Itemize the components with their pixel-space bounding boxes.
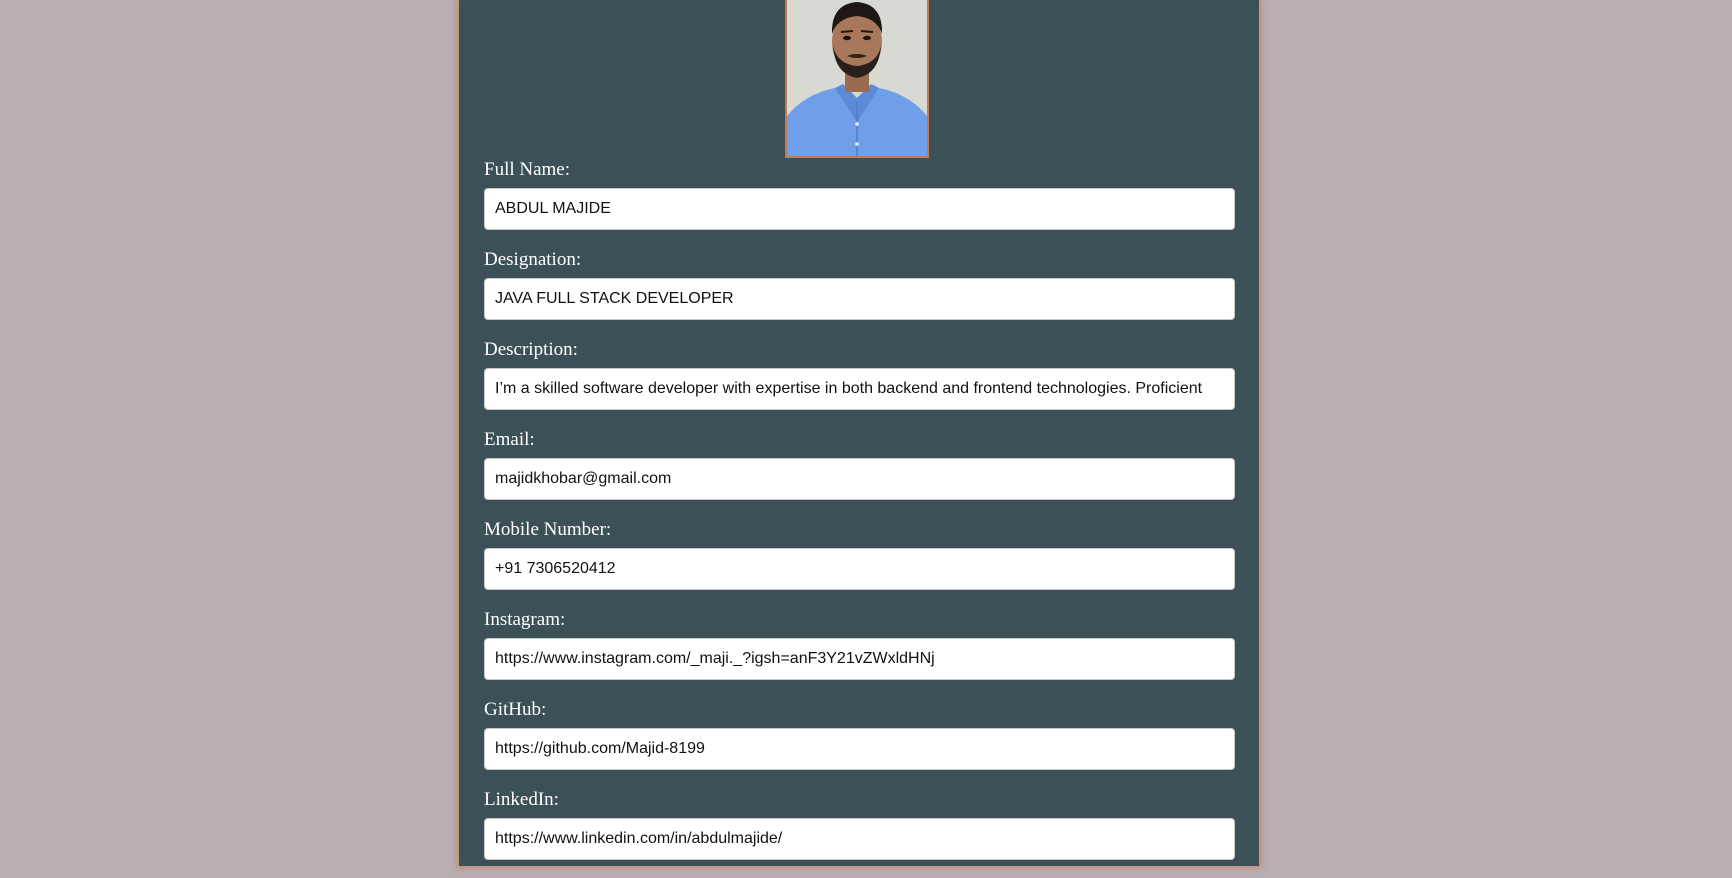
description-label: Description: — [484, 339, 578, 360]
designation-input[interactable] — [484, 278, 1235, 320]
instagram-input[interactable] — [484, 638, 1235, 680]
email-label: Email: — [484, 429, 535, 450]
email-field: Email: — [484, 428, 1235, 518]
mobile-number-input[interactable] — [484, 548, 1235, 590]
full-name-label: Full Name: — [484, 159, 571, 180]
profile-form-panel: Full Name: Designation: Description: Ema… — [459, 0, 1259, 866]
profile-photo — [785, 0, 929, 158]
designation-label: Designation: — [484, 249, 582, 270]
mobile-number-label: Mobile Number: — [484, 519, 612, 540]
github-label: GitHub: — [484, 699, 547, 720]
github-field: GitHub: — [484, 698, 1235, 788]
description-field: Description: — [484, 338, 1235, 428]
full-name-field: Full Name: — [484, 158, 1235, 248]
description-input[interactable] — [484, 368, 1235, 410]
linkedin-label: LinkedIn: — [484, 789, 559, 810]
mobile-number-field: Mobile Number: — [484, 518, 1235, 608]
designation-field: Designation: — [484, 248, 1235, 338]
linkedin-input[interactable] — [484, 818, 1235, 860]
linkedin-field: LinkedIn: — [484, 788, 1235, 878]
instagram-field: Instagram: — [484, 608, 1235, 698]
email-input[interactable] — [484, 458, 1235, 500]
full-name-input[interactable] — [484, 188, 1235, 230]
person-portrait-icon — [787, 0, 927, 156]
instagram-label: Instagram: — [484, 609, 566, 630]
github-input[interactable] — [484, 728, 1235, 770]
profile-form: Full Name: Designation: Description: Ema… — [484, 158, 1235, 878]
